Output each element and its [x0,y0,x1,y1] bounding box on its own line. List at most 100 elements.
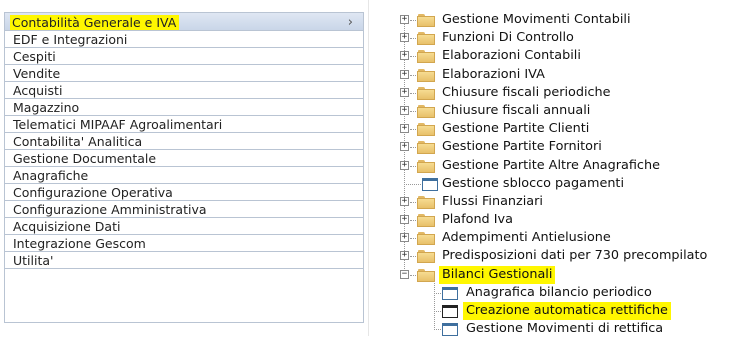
window-icon [422,177,438,191]
folder-icon [417,14,435,27]
menu-item-label: Vendite [13,66,61,81]
tree-node-partite-clienti[interactable]: + Gestione Partite Clienti [400,120,737,138]
menu-item-cespiti[interactable]: Cespiti [4,48,364,65]
menu-item-label: Contabilità Generale e IVA [10,15,180,30]
menu-item-telematici[interactable]: Telematici MIPAAF Agroalimentari [4,116,364,133]
menu-item-label: Anagrafiche [13,168,89,183]
tree-node-label: Anagrafica bilancio periodico [466,284,652,300]
tree-node-movimenti-rettifica[interactable]: Gestione Movimenti di rettifica [400,320,737,338]
folder-icon [417,50,435,64]
menu-item-gestione-documentale[interactable]: Gestione Documentale [4,150,364,167]
tree-node-anagrafica-bilancio[interactable]: Anagrafica bilancio periodico [400,284,737,302]
chevron-right-icon: › [347,15,353,30]
tree-node-label: Creazione automatica rettifiche [463,302,671,320]
tree-node-bilanci-gestionali[interactable]: − Bilanci Gestionali [400,265,737,284]
tree-node-label: Plafond Iva [442,212,513,228]
menu-item-magazzino[interactable]: Magazzino [4,99,364,116]
tree-node-chiusure-annuali[interactable]: + Chiusure fiscali annuali [400,102,737,120]
menu-item-acquisti[interactable]: Acquisti [4,82,364,99]
tree-node-funzioni-di-controllo[interactable]: + Funzioni Di Controllo [400,29,737,47]
tree-node-label: Funzioni Di Controllo [442,30,574,46]
menu-item-label: Contabilita' Analitica [13,134,143,149]
menu-item-label: Configurazione Amministrativa [13,202,207,217]
tree-node-gestione-movimenti-contabili[interactable]: + Gestione Movimenti Contabili [400,11,737,29]
menu-item-label: Acquisti [13,83,63,98]
window-icon [442,286,458,300]
tree-node-label: Gestione Partite Altre Anagrafiche [442,157,660,173]
expand-icon[interactable]: + [400,51,409,61]
tree-node-label: Gestione Partite Clienti [442,121,590,137]
menu-item-label: EDF e Integrazioni [13,32,128,47]
menu-item-contabilita-analitica[interactable]: Contabilita' Analitica [4,133,364,150]
tree-node-label: Gestione Partite Fornitori [442,139,602,155]
tree-node-plafond-iva[interactable]: + Plafond Iva [400,211,737,229]
menu-item-vendite[interactable]: Vendite [4,65,364,82]
tree-node-creazione-rettifiche[interactable]: Creazione automatica rettifiche [400,302,737,320]
expand-icon[interactable]: + [400,160,409,170]
folder-icon [417,195,435,209]
menu-item-configurazione-operativa[interactable]: Configurazione Operativa [4,184,364,201]
tree-node-label: Bilanci Gestionali [439,265,556,284]
tree-node-elaborazioni-iva[interactable]: + Elaborazioni IVA [400,66,737,84]
expand-icon[interactable]: + [400,124,409,134]
tree-node-label: Gestione Movimenti Contabili [442,12,631,27]
tree-node-predisposizioni-730[interactable]: + Predisposizioni dati per 730 precompil… [400,247,737,265]
window-icon [442,305,458,318]
tree-node-sblocco-pagamenti[interactable]: Gestione sblocco pagamenti [400,175,737,193]
expand-icon[interactable]: + [400,87,409,97]
folder-icon [417,68,435,82]
folder-icon [417,104,435,118]
menu-item-label: Integrazione Gescom [13,236,146,251]
module-menu: Contabilità Generale e IVA › EDF e Integ… [4,0,364,336]
expand-icon[interactable]: + [400,15,409,24]
function-tree: + Gestione Movimenti Contabili + Funzion… [400,11,737,338]
tree-node-label: Flussi Finanziari [442,193,543,209]
menu-item-label: Utilita' [13,253,54,268]
pane-divider [368,0,369,336]
menu-item-label: Configurazione Operativa [13,185,173,200]
tree-node-label: Chiusure fiscali periodiche [442,84,611,100]
menu-item-label: Magazzino [13,100,80,115]
folder-icon [417,232,435,246]
menu-item-label: Acquisizione Dati [13,219,121,234]
window-icon [442,323,458,337]
folder-icon [417,123,435,137]
collapse-icon[interactable]: − [400,269,409,279]
module-list: Contabilità Generale e IVA › EDF e Integ… [4,12,364,323]
tree-node-flussi-finanziari[interactable]: + Flussi Finanziari [400,193,737,211]
tree-node-label: Gestione sblocco pagamenti [442,175,625,191]
tree-node-elaborazioni-contabili[interactable]: + Elaborazioni Contabili [400,47,737,65]
menu-item-edf[interactable]: EDF e Integrazioni [4,31,364,48]
menu-item-acquisizione-dati[interactable]: Acquisizione Dati [4,218,364,235]
tree-node-label: Predisposizioni dati per 730 precompilat… [442,248,708,264]
expand-icon[interactable]: + [400,251,409,261]
menu-item-label: Telematici MIPAAF Agroalimentari [13,117,223,132]
tree-node-adempimenti-antielusione[interactable]: + Adempimenti Antielusione [400,229,737,247]
menu-item-configurazione-amministrativa[interactable]: Configurazione Amministrativa [4,201,364,218]
expand-icon[interactable]: + [400,69,409,79]
expand-icon[interactable]: + [400,33,409,43]
expand-icon[interactable]: + [400,196,409,206]
expand-icon[interactable]: + [400,105,409,115]
folder-open-icon [417,268,435,282]
tree-node-label: Chiusure fiscali annuali [442,102,591,118]
tree-node-label: Elaborazioni IVA [442,66,545,82]
folder-icon [417,250,435,264]
menu-item-contabilita-generale[interactable]: Contabilità Generale e IVA › [4,12,364,31]
tree-node-label: Gestione Movimenti di rettifica [466,321,664,337]
menu-item-label: Cespiti [13,49,56,64]
expand-icon[interactable]: + [400,215,409,225]
menu-item-integrazione-gescom[interactable]: Integrazione Gescom [4,235,364,252]
menu-item-utilita[interactable]: Utilita' [4,252,364,269]
folder-icon [417,86,435,100]
folder-icon [417,141,435,155]
tree-node-chiusure-periodiche[interactable]: + Chiusure fiscali periodiche [400,84,737,102]
tree-node-label: Elaborazioni Contabili [442,48,581,64]
tree-node-partite-altre-anagrafiche[interactable]: + Gestione Partite Altre Anagrafiche [400,157,737,175]
expand-icon[interactable]: + [400,233,409,243]
expand-icon[interactable]: + [400,142,409,152]
menu-item-label: Gestione Documentale [13,151,157,166]
menu-item-anagrafiche[interactable]: Anagrafiche [4,167,364,184]
tree-node-partite-fornitori[interactable]: + Gestione Partite Fornitori [400,138,737,156]
folder-icon [417,32,435,46]
